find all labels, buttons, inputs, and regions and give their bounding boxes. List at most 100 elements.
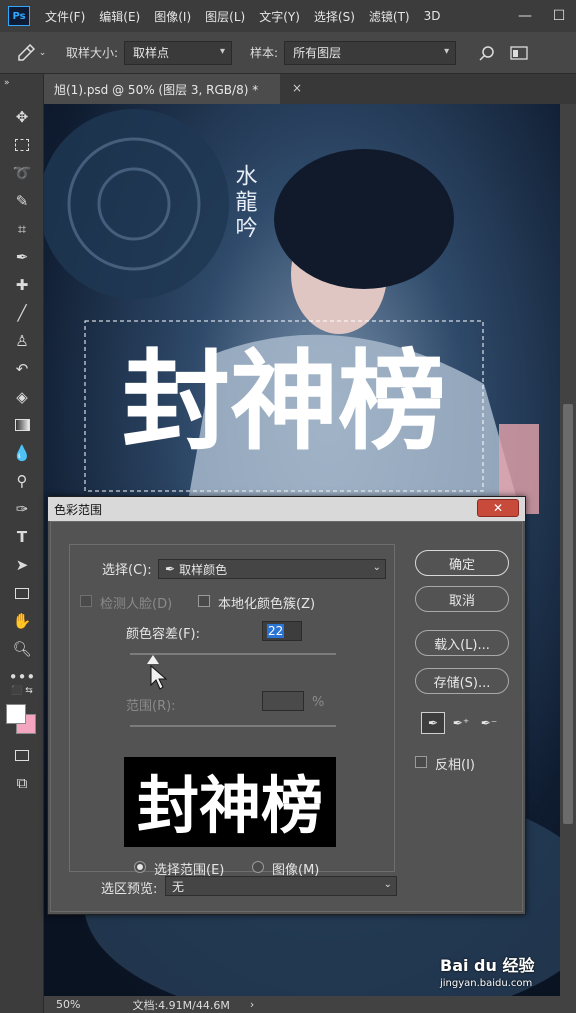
dialog-close-button[interactable]: ✕ <box>477 499 519 517</box>
ok-button[interactable]: 确定 <box>415 550 509 576</box>
gradient-tool[interactable] <box>6 412 38 438</box>
close-icon[interactable]: × <box>292 81 302 95</box>
status-arrow-icon[interactable]: › <box>250 998 254 1011</box>
eyedropper-tool[interactable]: ✒ <box>6 244 38 270</box>
blur-tool[interactable]: 💧 <box>6 440 38 466</box>
workspace-icon <box>510 45 528 60</box>
dodge-tool[interactable]: ⚲ <box>6 468 38 494</box>
fuzziness-slider-thumb[interactable] <box>146 655 159 664</box>
eyedropper-plus-icon: ✒⁺ <box>452 716 470 730</box>
search-button[interactable] <box>474 40 500 66</box>
vertical-scrollbar[interactable] <box>560 104 576 996</box>
subtract-from-sample-button[interactable]: ✒⁻ <box>477 712 501 734</box>
droplet-icon: 💧 <box>12 444 32 462</box>
chevron-down-icon: ⌄ <box>383 879 392 890</box>
swap-colors[interactable]: ⬛ ⇆ <box>6 684 38 698</box>
menu-image[interactable]: 图像(I) <box>147 8 198 25</box>
type-tool[interactable]: T <box>6 524 38 550</box>
color-range-dialog: 色彩范围 ✕ 选择(C): ✒ 取样颜色 ⌄ 检测人脸(D) 本地化颜色簇(Z)… <box>47 496 526 915</box>
stamp-tool[interactable]: ♙ <box>6 328 38 354</box>
invert-checkbox[interactable] <box>415 756 427 768</box>
fuzziness-input[interactable]: 22 <box>262 621 302 641</box>
hand-tool[interactable]: ✋ <box>6 608 38 634</box>
type-icon: T <box>16 528 28 546</box>
selection-preview: 封神榜 <box>124 757 336 847</box>
menu-type[interactable]: 文字(Y) <box>252 8 307 25</box>
eyedropper-tool-preset[interactable]: ⌄ <box>14 38 48 68</box>
detect-faces-checkbox[interactable] <box>80 595 92 607</box>
marquee-tool[interactable] <box>6 132 38 158</box>
image-radio[interactable] <box>252 861 264 873</box>
add-to-sample-button[interactable]: ✒⁺ <box>449 712 473 734</box>
dialog-body: 选择(C): ✒ 取样颜色 ⌄ 检测人脸(D) 本地化颜色簇(Z) 颜色容差(F… <box>50 521 523 912</box>
history-brush-tool[interactable]: ↶ <box>6 356 38 382</box>
lasso-tool[interactable]: ➰ <box>6 160 38 186</box>
path-select-tool[interactable]: ➤ <box>6 552 38 578</box>
mouse-cursor-icon <box>150 665 168 690</box>
selection-radio[interactable] <box>134 861 146 873</box>
menu-edit[interactable]: 编辑(E) <box>92 8 147 25</box>
range-unit: % <box>312 695 325 710</box>
range-input[interactable] <box>262 691 304 711</box>
move-tool[interactable]: ✥ <box>6 104 38 130</box>
minimize-button[interactable]: — <box>508 0 542 32</box>
localized-clusters-label: 本地化颜色簇(Z) <box>218 597 316 612</box>
quick-mask-button[interactable] <box>6 742 38 768</box>
range-slider-track[interactable] <box>130 725 336 727</box>
document-tab[interactable]: 旭(1).psd @ 50% (图层 3, RGB/8) * × <box>44 74 302 104</box>
tools-panel: » ✥ ➰ ✎ ⌗ ✒ ✚ ╱ ♙ ↶ ◈ 💧 ⚲ ✑ T ➤ ✋ 🔍︎ •••… <box>0 74 44 1013</box>
select-dropdown[interactable]: ✒ 取样颜色 ⌄ <box>158 559 386 579</box>
selection-preview-dropdown[interactable]: 无 ⌄ <box>165 876 397 896</box>
quick-select-icon: ✎ <box>15 192 29 210</box>
dialog-title: 色彩范围 <box>54 502 103 517</box>
quick-select-tool[interactable]: ✎ <box>6 188 38 214</box>
selection-preview-value: 无 <box>172 879 185 894</box>
fuzziness-slider-track[interactable] <box>130 653 336 655</box>
canvas-side-text: 水龍吟 <box>232 164 258 242</box>
menu-select[interactable]: 选择(S) <box>307 8 362 25</box>
eyedropper-button[interactable]: ✒ <box>421 712 445 734</box>
crop-tool[interactable]: ⌗ <box>6 216 38 242</box>
collapse-icon[interactable]: » <box>4 76 36 90</box>
scrollbar-thumb[interactable] <box>563 404 573 824</box>
swap-icon: ⬛ ⇆ <box>11 686 33 696</box>
select-value: 取样颜色 <box>179 562 228 577</box>
menu-layer[interactable]: 图层(L) <box>198 8 252 25</box>
chevron-down-icon: ▾ <box>220 45 226 57</box>
lasso-icon: ➰ <box>12 164 32 182</box>
eraser-tool[interactable]: ◈ <box>6 384 38 410</box>
shape-tool[interactable] <box>6 580 38 606</box>
sample-size-select[interactable]: 取样点 ▾ <box>124 40 233 65</box>
pen-tool[interactable]: ✑ <box>6 496 38 522</box>
maximize-button[interactable]: ☐ <box>542 0 576 32</box>
foreground-color-swatch[interactable] <box>6 704 26 724</box>
cancel-button[interactable]: 取消 <box>415 586 509 612</box>
arrow-pointer-icon: ➤ <box>15 556 29 574</box>
menu-3d[interactable]: 3D <box>417 9 448 23</box>
menu-file[interactable]: 文件(F) <box>38 8 92 25</box>
localized-clusters-checkbox[interactable] <box>198 595 210 607</box>
screen-mode-icon: ⧉ <box>16 774 28 792</box>
settings-group: 选择(C): ✒ 取样颜色 ⌄ 检测人脸(D) 本地化颜色簇(Z) 颜色容差(F… <box>69 544 395 878</box>
stamp-icon: ♙ <box>15 332 29 350</box>
sample-size-value: 取样点 <box>133 46 170 60</box>
quick-mask-icon <box>15 749 29 761</box>
eraser-icon: ◈ <box>16 388 28 406</box>
chevron-down-icon: ▾ <box>444 45 450 57</box>
photoshop-logo: Ps <box>8 6 30 26</box>
zoom-level[interactable]: 50% <box>56 998 80 1011</box>
sample-select[interactable]: 所有图层 ▾ <box>284 40 457 65</box>
crop-icon: ⌗ <box>17 220 27 238</box>
menu-filter[interactable]: 滤镜(T) <box>362 8 417 25</box>
brush-tool[interactable]: ╱ <box>6 300 38 326</box>
dialog-titlebar[interactable]: 色彩范围 ✕ <box>48 497 525 521</box>
healing-tool[interactable]: ✚ <box>6 272 38 298</box>
workspace-button[interactable] <box>506 40 532 66</box>
load-button[interactable]: 载入(L)... <box>415 630 509 656</box>
invert-label: 反相(I) <box>435 758 475 773</box>
zoom-tool[interactable]: 🔍︎ <box>6 636 38 662</box>
sample-label: 样本: <box>250 46 279 60</box>
screen-mode-button[interactable]: ⧉ <box>6 770 38 796</box>
save-button[interactable]: 存储(S)... <box>415 668 509 694</box>
move-icon: ✥ <box>15 108 29 126</box>
